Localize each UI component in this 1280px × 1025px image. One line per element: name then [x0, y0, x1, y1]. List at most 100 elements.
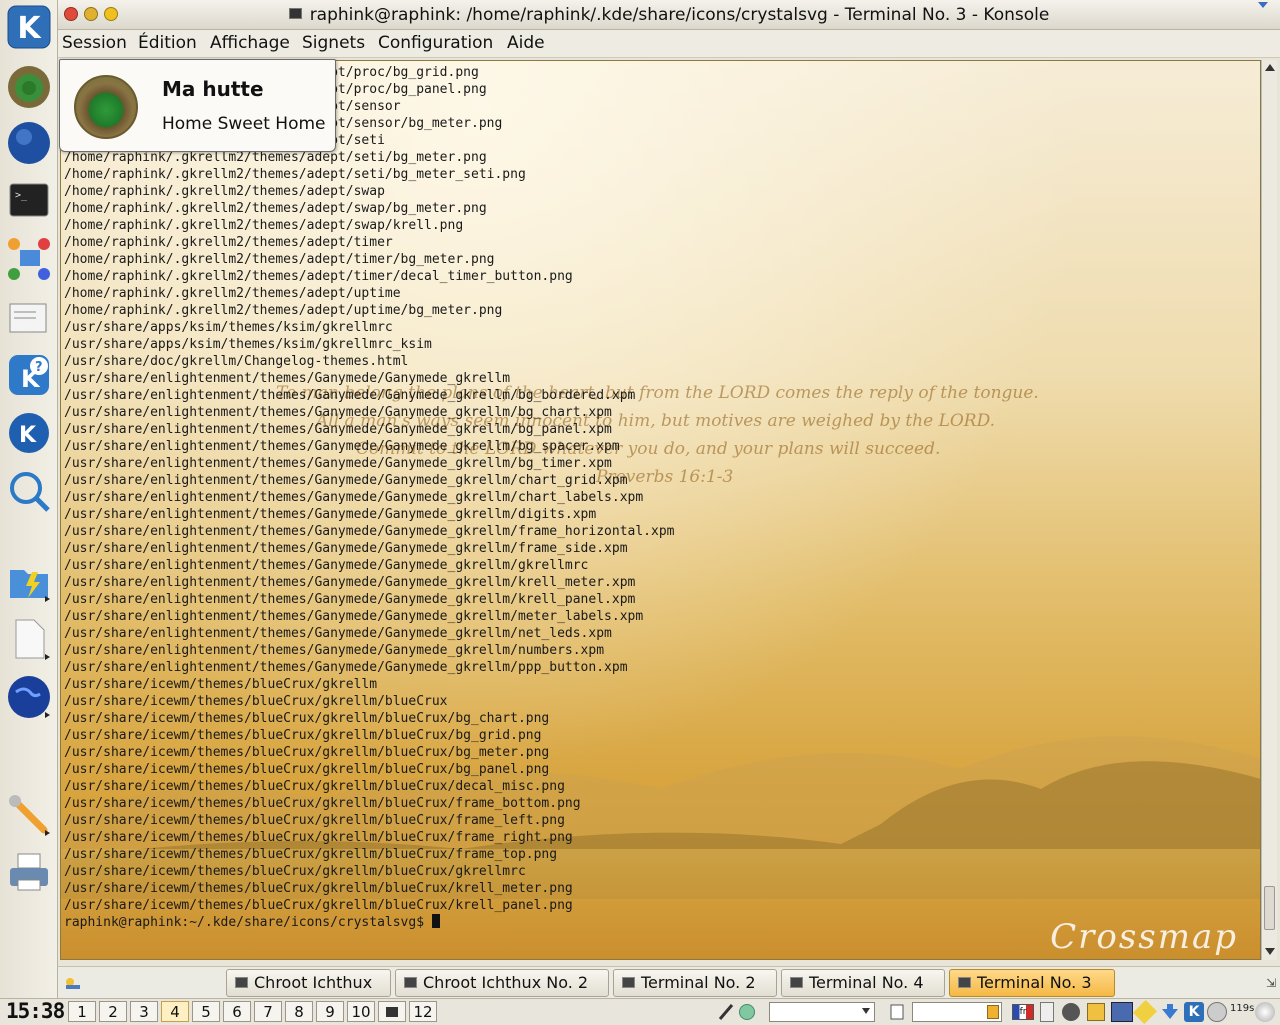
- kde-k-icon[interactable]: K: [1184, 1002, 1204, 1022]
- task-chroot-ichthux-2[interactable]: Chroot Ichthux No. 2: [395, 969, 609, 997]
- terminal-line: /usr/share/icewm/themes/blueCrux/gkrellm: [64, 677, 378, 692]
- task-label: Chroot Ichthux No. 2: [423, 973, 589, 992]
- menu-configuration[interactable]: Configuration: [378, 33, 493, 53]
- document-icon[interactable]: [6, 616, 52, 662]
- monitor-icon[interactable]: [1111, 1002, 1133, 1022]
- terminal-line: /usr/share/icewm/themes/blueCrux/gkrellm…: [64, 762, 550, 777]
- window-icon: [386, 1007, 398, 1017]
- terminal-icon[interactable]: >_: [6, 178, 52, 224]
- clipboard-icon[interactable]: [1040, 1002, 1054, 1022]
- terminal-line: /home/raphink/.gkrellm2/themes/adept/set…: [64, 167, 526, 182]
- desktop-5-button[interactable]: 5: [192, 1001, 220, 1022]
- search-globe-icon[interactable]: [6, 468, 52, 514]
- menu-affichage[interactable]: Affichage: [210, 33, 290, 53]
- terminal-line: /usr/share/apps/ksim/themes/ksim/gkrellm…: [64, 320, 393, 335]
- folder-icon[interactable]: [1087, 1003, 1105, 1021]
- terminal-line: /usr/share/apps/ksim/themes/ksim/gkrellm…: [64, 337, 432, 352]
- chevron-down-icon[interactable]: [862, 1008, 870, 1014]
- terminal-area[interactable]: To man belong the plans of the heart, bu…: [60, 60, 1261, 960]
- terminal-icon: [622, 977, 635, 988]
- terminal-line: /home/raphink/.gkrellm2/themes/adept/swa…: [64, 184, 385, 199]
- terminal-line: /usr/share/enlightenment/themes/Ganymede…: [64, 422, 612, 437]
- left-panel: K >_ K? K: [0, 0, 58, 1000]
- desktop-12-button[interactable]: 12: [409, 1001, 437, 1022]
- status-circle-icon[interactable]: [739, 1004, 755, 1020]
- scroll-down-icon[interactable]: [1265, 948, 1275, 955]
- desktop-window-button[interactable]: [378, 1001, 406, 1022]
- terminal-line: /usr/share/enlightenment/themes/Ganymede…: [64, 473, 628, 488]
- terminal-line: /usr/share/enlightenment/themes/Ganymede…: [64, 558, 589, 573]
- menu-aide[interactable]: Aide: [507, 33, 545, 53]
- terminal-scrollbar[interactable]: [1261, 60, 1277, 960]
- terminal-line: /usr/share/enlightenment/themes/Ganymede…: [64, 456, 612, 471]
- hobbit-door-icon: [74, 75, 138, 139]
- terminal-line: /home/raphink/.gkrellm2/themes/adept/upt…: [64, 286, 401, 301]
- terminal-line: /usr/share/icewm/themes/blueCrux/gkrellm…: [64, 711, 550, 726]
- task-chroot-ichthux[interactable]: Chroot Ichthux: [226, 969, 391, 997]
- taskbar-scroll-icon[interactable]: ⇲: [1266, 976, 1276, 990]
- pen-icon[interactable]: [718, 1003, 734, 1021]
- document-search-icon[interactable]: [889, 1003, 907, 1021]
- terminal-line: /usr/share/icewm/themes/blueCrux/gkrellm…: [64, 745, 550, 760]
- scrollbar-thumb[interactable]: [1264, 886, 1275, 930]
- search-combo[interactable]: [769, 1002, 875, 1022]
- menu-edition[interactable]: Édition: [138, 33, 197, 53]
- terminal-line: /usr/share/enlightenment/themes/Ganymede…: [64, 439, 620, 454]
- desktop-9-button[interactable]: 9: [316, 1001, 344, 1022]
- cd-icon[interactable]: [1207, 1002, 1227, 1022]
- terminal-line: /usr/share/enlightenment/themes/Ganymede…: [64, 592, 636, 607]
- terminal-line: /usr/share/enlightenment/themes/Ganymede…: [64, 405, 612, 420]
- menu-signets[interactable]: Signets: [302, 33, 365, 53]
- clock[interactable]: 15:38: [6, 999, 65, 1023]
- bottom-panel: 15:38 1 2 3 4 5 6 7 8 9 10 12 fr K 119s: [0, 998, 1280, 1025]
- network-icon[interactable]: [6, 236, 52, 282]
- printer-icon[interactable]: [6, 850, 52, 896]
- task-terminal-3[interactable]: Terminal No. 3: [949, 969, 1115, 997]
- menu-bar: Session Édition Affichage Signets Config…: [58, 30, 1280, 58]
- command-input[interactable]: [912, 1002, 1002, 1022]
- window-title: raphink@raphink: /home/raphink/.kde/shar…: [58, 5, 1280, 25]
- desktop-7-button[interactable]: 7: [254, 1001, 282, 1022]
- terminal-line: /usr/share/enlightenment/themes/Ganymede…: [64, 507, 597, 522]
- svg-text:>_: >_: [15, 190, 28, 201]
- speaker-icon[interactable]: [1062, 1003, 1080, 1021]
- folder-quick-icon[interactable]: [6, 558, 52, 604]
- menu-session[interactable]: Session: [62, 33, 127, 53]
- task-terminal-4[interactable]: Terminal No. 4: [781, 969, 945, 997]
- launcher-tooltip: Ma hutte Home Sweet Home: [59, 59, 336, 152]
- task-terminal-2[interactable]: Terminal No. 2: [613, 969, 777, 997]
- kde-mail-icon[interactable]: K: [6, 410, 52, 456]
- world-icon[interactable]: [6, 674, 52, 720]
- desktop-4-button[interactable]: 4: [161, 1001, 189, 1022]
- desktop-6-button[interactable]: 6: [223, 1001, 251, 1022]
- terminal-line: /usr/share/enlightenment/themes/Ganymede…: [64, 371, 511, 386]
- konsole-icon: [288, 8, 302, 19]
- show-desktop-icon[interactable]: [64, 975, 82, 989]
- terminal-prompt[interactable]: raphink@raphink:~/.kde/share/icons/cryst…: [64, 914, 674, 931]
- download-icon[interactable]: [1160, 1003, 1180, 1021]
- home-icon[interactable]: [6, 64, 52, 110]
- notes-icon[interactable]: [1132, 999, 1158, 1025]
- scroll-up-icon[interactable]: [1265, 64, 1275, 71]
- desktop-1-button[interactable]: 1: [68, 1001, 96, 1022]
- wallpaper-logo: Crossmap: [1050, 917, 1238, 957]
- desktop-10-button[interactable]: 10: [347, 1001, 375, 1022]
- terminal-line: /usr/share/enlightenment/themes/Ganymede…: [64, 541, 628, 556]
- terminal-line: /home/raphink/.gkrellm2/themes/adept/tim…: [64, 252, 495, 267]
- mail-icon[interactable]: [6, 294, 52, 340]
- desktop-2-button[interactable]: 2: [99, 1001, 127, 1022]
- tools-icon[interactable]: [6, 792, 52, 838]
- browser-globe-icon[interactable]: [6, 120, 52, 166]
- kde-help-icon[interactable]: K?: [6, 352, 52, 398]
- spinner-icon[interactable]: [987, 1005, 999, 1019]
- desktop-8-button[interactable]: 8: [285, 1001, 313, 1022]
- window-titlebar[interactable]: raphink@raphink: /home/raphink/.kde/shar…: [58, 0, 1280, 30]
- terminal-line: /usr/share/enlightenment/themes/Ganymede…: [64, 626, 612, 641]
- window-menu-arrow-icon[interactable]: [1258, 2, 1268, 8]
- terminal-line: /usr/share/enlightenment/themes/Ganymede…: [64, 575, 636, 590]
- keyboard-layout-icon[interactable]: fr: [1012, 1004, 1034, 1020]
- terminal-line: /usr/share/icewm/themes/blueCrux/gkrellm…: [64, 881, 573, 896]
- kde-menu-icon[interactable]: K: [6, 4, 52, 50]
- desktop-3-button[interactable]: 3: [130, 1001, 158, 1022]
- system-status-icon[interactable]: [1255, 1002, 1275, 1022]
